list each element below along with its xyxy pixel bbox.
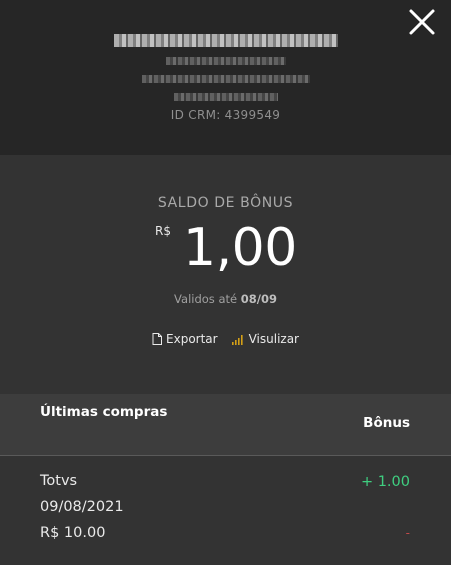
currency-symbol: R$ [155,224,171,238]
purchase-store: Totvs [40,473,78,489]
crm-id: ID CRM: 4399549 [170,108,281,122]
purchase-value: R$ 10.00 [40,525,106,541]
purchase-bonus: + 1.00 [360,474,410,490]
bar-chart-icon [231,334,243,345]
view-button[interactable]: Visulizar [231,332,299,346]
balance-actions: Exportar Visulizar [0,332,451,346]
customer-header: ID CRM: 4399549 [0,0,451,155]
purchase-debit: - [405,526,410,540]
validity-text: Validos até 08/09 [0,292,451,306]
bonus-column-header: Bônus [363,415,410,431]
customer-info-blurred-3 [0,93,451,101]
purchases-header: Últimas compras Bônus [0,394,451,456]
view-label: Visulizar [248,332,299,346]
customer-name-blurred [0,34,451,47]
purchases-title: Últimas compras [40,404,168,420]
balance-label: SALDO DE BÔNUS [157,195,294,211]
bonus-balance-panel: SALDO DE BÔNUS R$ 1,00 Validos até 08/09… [0,155,451,394]
customer-info-blurred-2 [0,75,451,83]
purchase-row[interactable]: Totvs 09/08/2021 R$ 10.00 + 1.00 - [0,456,451,565]
validity-prefix: Validos até [174,292,238,306]
validity-date: 08/09 [240,292,277,306]
export-label: Exportar [166,332,218,346]
export-button[interactable]: Exportar [152,332,218,346]
purchase-date: 09/08/2021 [40,499,124,515]
customer-info-blurred-1 [0,57,451,65]
balance-amount: 1,00 [183,218,297,278]
document-icon [152,333,163,345]
